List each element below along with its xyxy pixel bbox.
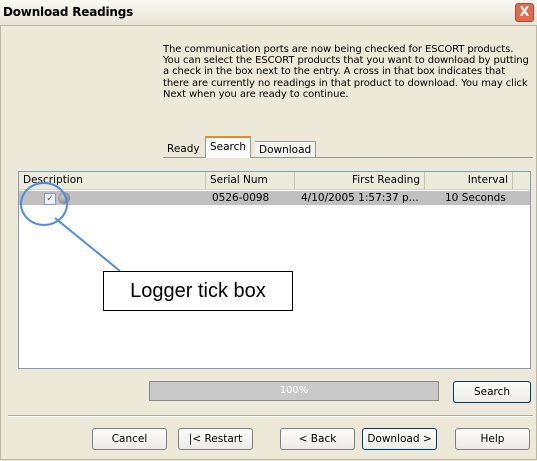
row-interval: 10 Seconds bbox=[445, 192, 506, 204]
download-button-label: Download > bbox=[367, 433, 432, 445]
device-list[interactable]: Description Serial Num First Reading Int… bbox=[18, 171, 531, 369]
callout-label: Logger tick box bbox=[103, 271, 293, 311]
tab-download[interactable]: Download bbox=[255, 141, 317, 158]
close-icon: X bbox=[519, 5, 530, 20]
tab-search[interactable]: Search bbox=[205, 136, 252, 158]
column-first-reading-label: First Reading bbox=[351, 174, 420, 186]
column-interval[interactable]: Interval bbox=[425, 172, 513, 189]
callout-circle bbox=[20, 182, 68, 226]
title-bar: Download Readings X bbox=[0, 0, 537, 26]
tab-ready-label: Ready bbox=[167, 143, 200, 155]
tab-ready[interactable]: Ready bbox=[163, 141, 204, 157]
download-button[interactable]: Download > bbox=[362, 428, 437, 450]
restart-button[interactable]: |< Restart bbox=[178, 428, 253, 450]
help-button[interactable]: Help bbox=[455, 428, 530, 450]
cancel-button[interactable]: Cancel bbox=[92, 428, 167, 450]
list-header: Description Serial Num First Reading Int… bbox=[19, 172, 530, 190]
row-serial: 0526-0098 bbox=[212, 192, 270, 204]
column-serial-label: Serial Num bbox=[210, 174, 268, 186]
tab-search-label: Search bbox=[210, 141, 247, 153]
column-first-reading[interactable]: First Reading bbox=[295, 172, 425, 189]
search-button[interactable]: Search bbox=[453, 381, 531, 403]
restart-button-label: |< Restart bbox=[188, 433, 243, 445]
back-button[interactable]: < Back bbox=[280, 428, 355, 450]
close-button[interactable]: X bbox=[515, 3, 534, 22]
progress-label: 100% bbox=[279, 385, 309, 396]
list-item[interactable]: ✓ 0526-0098 4/10/2005 1:57:37 p... 10 Se… bbox=[19, 191, 530, 205]
intro-text: The communication ports are now being ch… bbox=[163, 44, 529, 100]
row-first-reading: 4/10/2005 1:57:37 p... bbox=[301, 192, 419, 204]
cancel-button-label: Cancel bbox=[111, 433, 148, 445]
progress-bar: 100% bbox=[149, 381, 439, 401]
column-serial[interactable]: Serial Num bbox=[206, 172, 295, 189]
separator bbox=[8, 415, 533, 417]
column-interval-label: Interval bbox=[467, 174, 508, 186]
help-button-label: Help bbox=[480, 433, 505, 445]
tab-download-label: Download bbox=[259, 144, 312, 156]
back-button-label: < Back bbox=[298, 433, 337, 445]
search-button-label: Search bbox=[473, 386, 511, 398]
window-title: Download Readings bbox=[3, 5, 134, 19]
